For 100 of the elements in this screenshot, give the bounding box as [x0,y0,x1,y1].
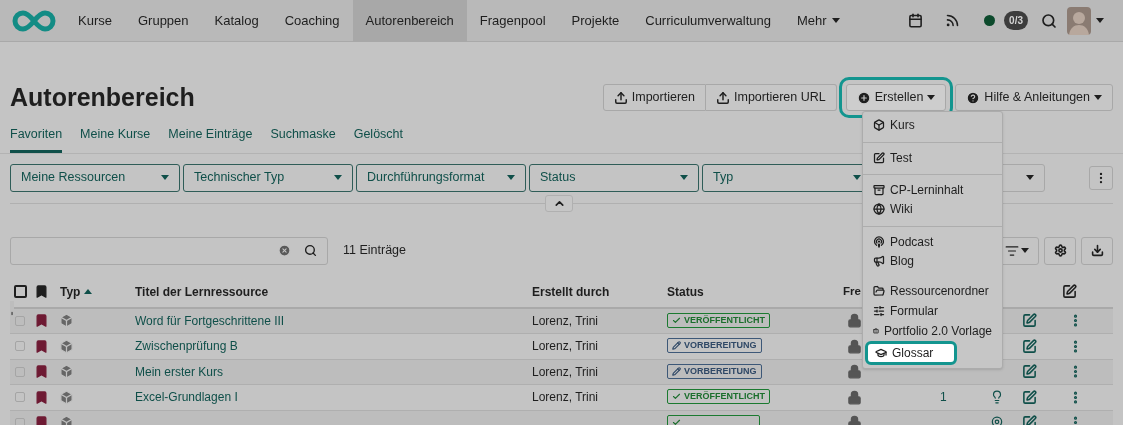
search-icon[interactable] [1041,12,1057,29]
caret-icon [853,175,861,180]
bookmark-icon[interactable] [34,284,49,299]
upload-icon [716,90,730,105]
pencil-icon [672,366,681,376]
rss-icon[interactable] [945,13,961,28]
status-badge: VORBEREITUNG [667,363,762,379]
check-icon [672,392,681,402]
resource-title-link[interactable]: Word für Fortgeschrittene III [135,313,285,328]
edit-icon [873,151,885,164]
filter-dropdown[interactable]: Meine Ressourcen [10,163,180,192]
download-icon [1090,244,1104,257]
caret-icon [1094,95,1102,101]
cube-icon [59,338,74,354]
counter-badge: 0/3 [1004,11,1028,30]
calendar-icon[interactable] [908,13,924,28]
edit-icon[interactable] [1022,389,1037,405]
help-icon [966,90,981,105]
menu-item[interactable]: Podcast [863,226,1002,251]
nav-item[interactable]: Fragenpool [466,0,559,42]
cube-icon [59,364,74,380]
search-icon[interactable] [304,244,317,257]
filter-dropdown[interactable]: Durchführungsformat [356,163,526,192]
resource-title-link[interactable]: Excel-Grundlagen I [135,390,238,405]
menu-item[interactable]: CP-Lerninhalt [863,174,1002,199]
column-header[interactable]: Erstellt durch [532,282,610,301]
edit-icon[interactable] [1022,338,1037,354]
more-menu[interactable]: Mehr [783,0,853,42]
tab[interactable]: Meine Kurse [80,124,151,153]
author-cell: Lorenz, Trini [532,339,599,354]
filter-dropdown[interactable]: Technischer Typ [183,163,353,192]
nav-item[interactable]: Coaching [271,0,353,42]
menu-item[interactable]: Ressourcenordner [863,281,1002,301]
import-button[interactable]: Importieren [602,84,706,112]
podcast-icon [873,235,885,248]
tab[interactable]: Gelöscht [353,124,404,153]
menu-item[interactable]: Kurs [863,115,1002,135]
settings-icon [1053,244,1067,257]
nav-item[interactable]: Curriculumverwaltung [632,0,784,42]
collapse-button[interactable] [545,194,573,212]
import-button[interactable]: Importieren URL [706,84,837,112]
author-cell: Lorenz, Trini [532,390,599,405]
lock-icon [847,389,862,405]
folder-icon [873,285,885,297]
caret-icon [1096,18,1104,23]
menu-item[interactable]: Blog [863,251,1002,271]
cube-icon [59,389,74,405]
menu-item[interactable]: Wiki [863,199,1002,219]
edit-icon[interactable] [1022,313,1037,329]
edit-icon[interactable] [1022,364,1037,380]
nav-item[interactable]: Projekte [558,0,633,42]
help-button[interactable]: Hilfe & Anleitungen [955,84,1113,112]
select-all-checkbox[interactable] [14,285,27,298]
lock-icon [847,338,862,354]
tab[interactable]: Suchmaske [270,124,336,153]
row-checkbox[interactable] [15,315,25,326]
result-count: 11 Einträge [343,242,406,260]
download-button[interactable] [1081,236,1113,265]
status-badge: VORBEREITUNG [667,338,762,354]
column-header[interactable]: Titel der Lernressource [135,282,269,301]
settings-button[interactable] [1044,236,1076,265]
row-checkbox[interactable] [15,392,25,403]
tab[interactable]: Favoriten [10,124,63,153]
author-cell: Lorenz, Trini [532,313,599,328]
row-checkbox[interactable] [15,341,25,352]
caret-icon [507,175,515,180]
author-cell: Lorenz, Trini [532,364,599,379]
nav-item[interactable]: Gruppen [124,0,202,42]
nav-item[interactable]: Autorenbereich [352,0,467,42]
sort-ascending-icon[interactable] [84,289,93,294]
row-checkbox[interactable] [15,366,25,377]
menu-item[interactable]: Formular [863,301,1002,321]
lock-icon [847,313,862,329]
resource-title-link[interactable]: Mein erster Kurs [135,364,224,379]
cube-icon [59,313,74,329]
menu-item[interactable]: Portfolio 2.0 Vorlage [863,321,1002,341]
row-checkbox[interactable] [15,417,25,425]
cube-icon [873,119,885,131]
bookmark-icon[interactable] [34,364,49,380]
filter-dropdown[interactable]: Status [529,163,699,192]
edit-icon [1062,284,1077,299]
column-header[interactable]: Status [667,282,704,301]
caret-icon [680,175,688,180]
bookmark-icon[interactable] [34,313,49,329]
search-field[interactable] [10,236,328,265]
caret-icon [161,175,169,180]
status-badge: VERÖFFENTLICHT [667,389,770,405]
menu-item[interactable]: Glossar [865,341,957,365]
resource-title-link[interactable]: Zwischenprüfung B [135,339,238,354]
clear-icon[interactable] [278,244,291,257]
menu-item[interactable]: Test [863,142,1002,167]
bookmark-icon[interactable] [34,338,49,354]
bookmark-icon[interactable] [34,389,49,405]
nav-item[interactable]: Kurse [65,0,125,42]
status-badge: VERÖFFENTLICHT [667,312,770,328]
tab[interactable]: Meine Einträge [168,124,253,153]
column-header[interactable]: Fre [843,282,861,301]
sort-icon [1005,243,1019,258]
nav-item[interactable]: Katalog [201,0,272,42]
column-header[interactable]: Typ [60,282,81,301]
